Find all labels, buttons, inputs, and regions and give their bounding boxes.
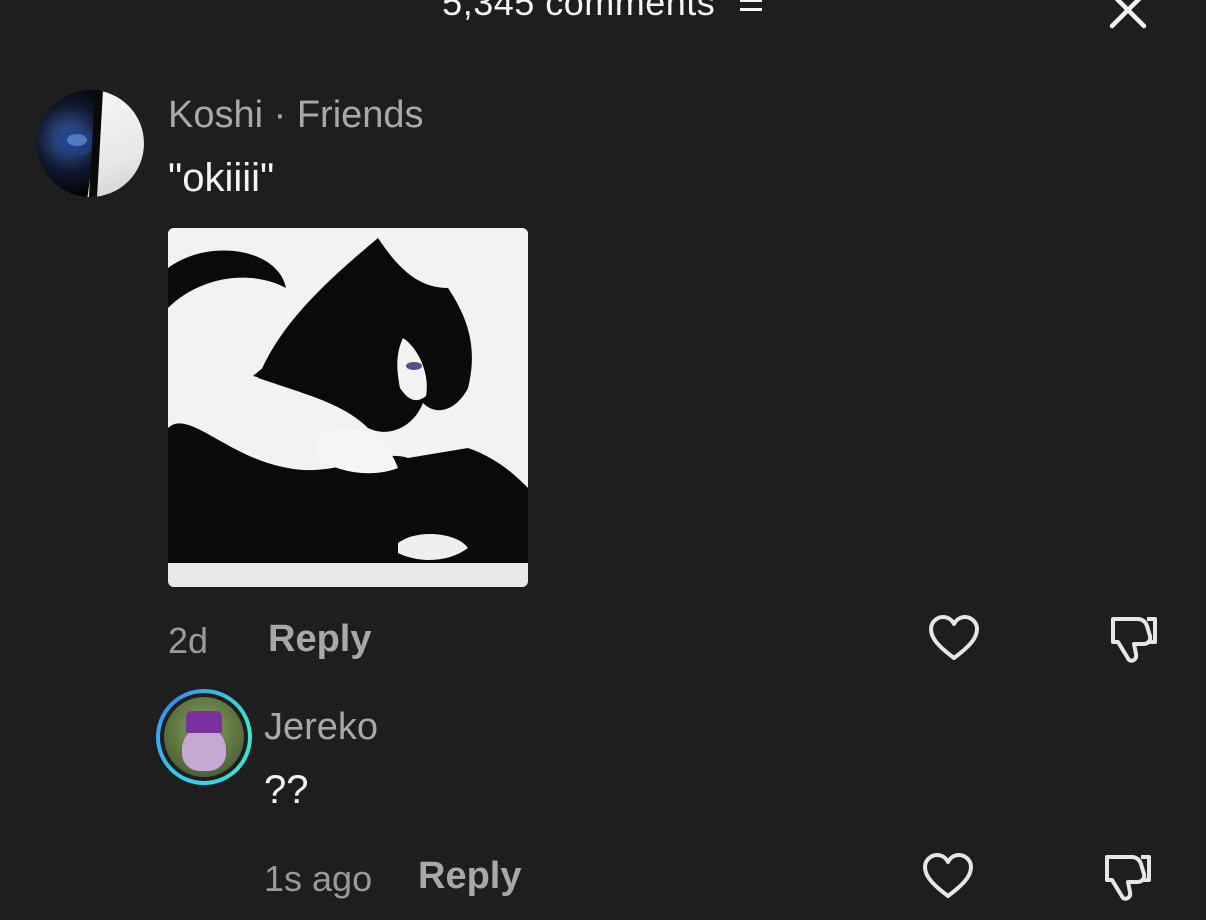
heart-icon (923, 853, 973, 898)
comments-count-title: 5,345 comments (442, 0, 716, 23)
thumbs-down-icon (1105, 855, 1151, 901)
close-icon (1109, 0, 1147, 29)
close-button[interactable] (1104, 0, 1152, 34)
reply-button[interactable]: Reply (418, 855, 521, 898)
comment-text: "okiiii" (168, 156, 275, 200)
comment-timestamp: 1s ago (264, 858, 373, 899)
thumbs-down-icon (1111, 617, 1157, 663)
comment-image[interactable] (168, 228, 528, 587)
like-button[interactable] (928, 614, 980, 667)
avatar[interactable] (37, 90, 144, 197)
comment-text: ?? (264, 768, 309, 812)
comments-sheet: 5,345 comments Koshi · Friends "okiiii" (0, 0, 1206, 920)
like-button[interactable] (922, 852, 974, 905)
heart-icon (929, 615, 979, 660)
dislike-button[interactable] (1100, 850, 1154, 909)
comments-header: 5,345 comments (0, 0, 1206, 26)
sort-icon[interactable] (738, 0, 764, 26)
comment-username[interactable]: Koshi · Friends (168, 94, 424, 137)
dislike-button[interactable] (1106, 612, 1160, 671)
comment-timestamp: 2d (168, 620, 209, 661)
avatar[interactable] (156, 689, 252, 785)
comment-username[interactable]: Jereko (264, 706, 378, 749)
reply-button[interactable]: Reply (268, 618, 371, 661)
friends-badge: · Friends (263, 94, 424, 136)
